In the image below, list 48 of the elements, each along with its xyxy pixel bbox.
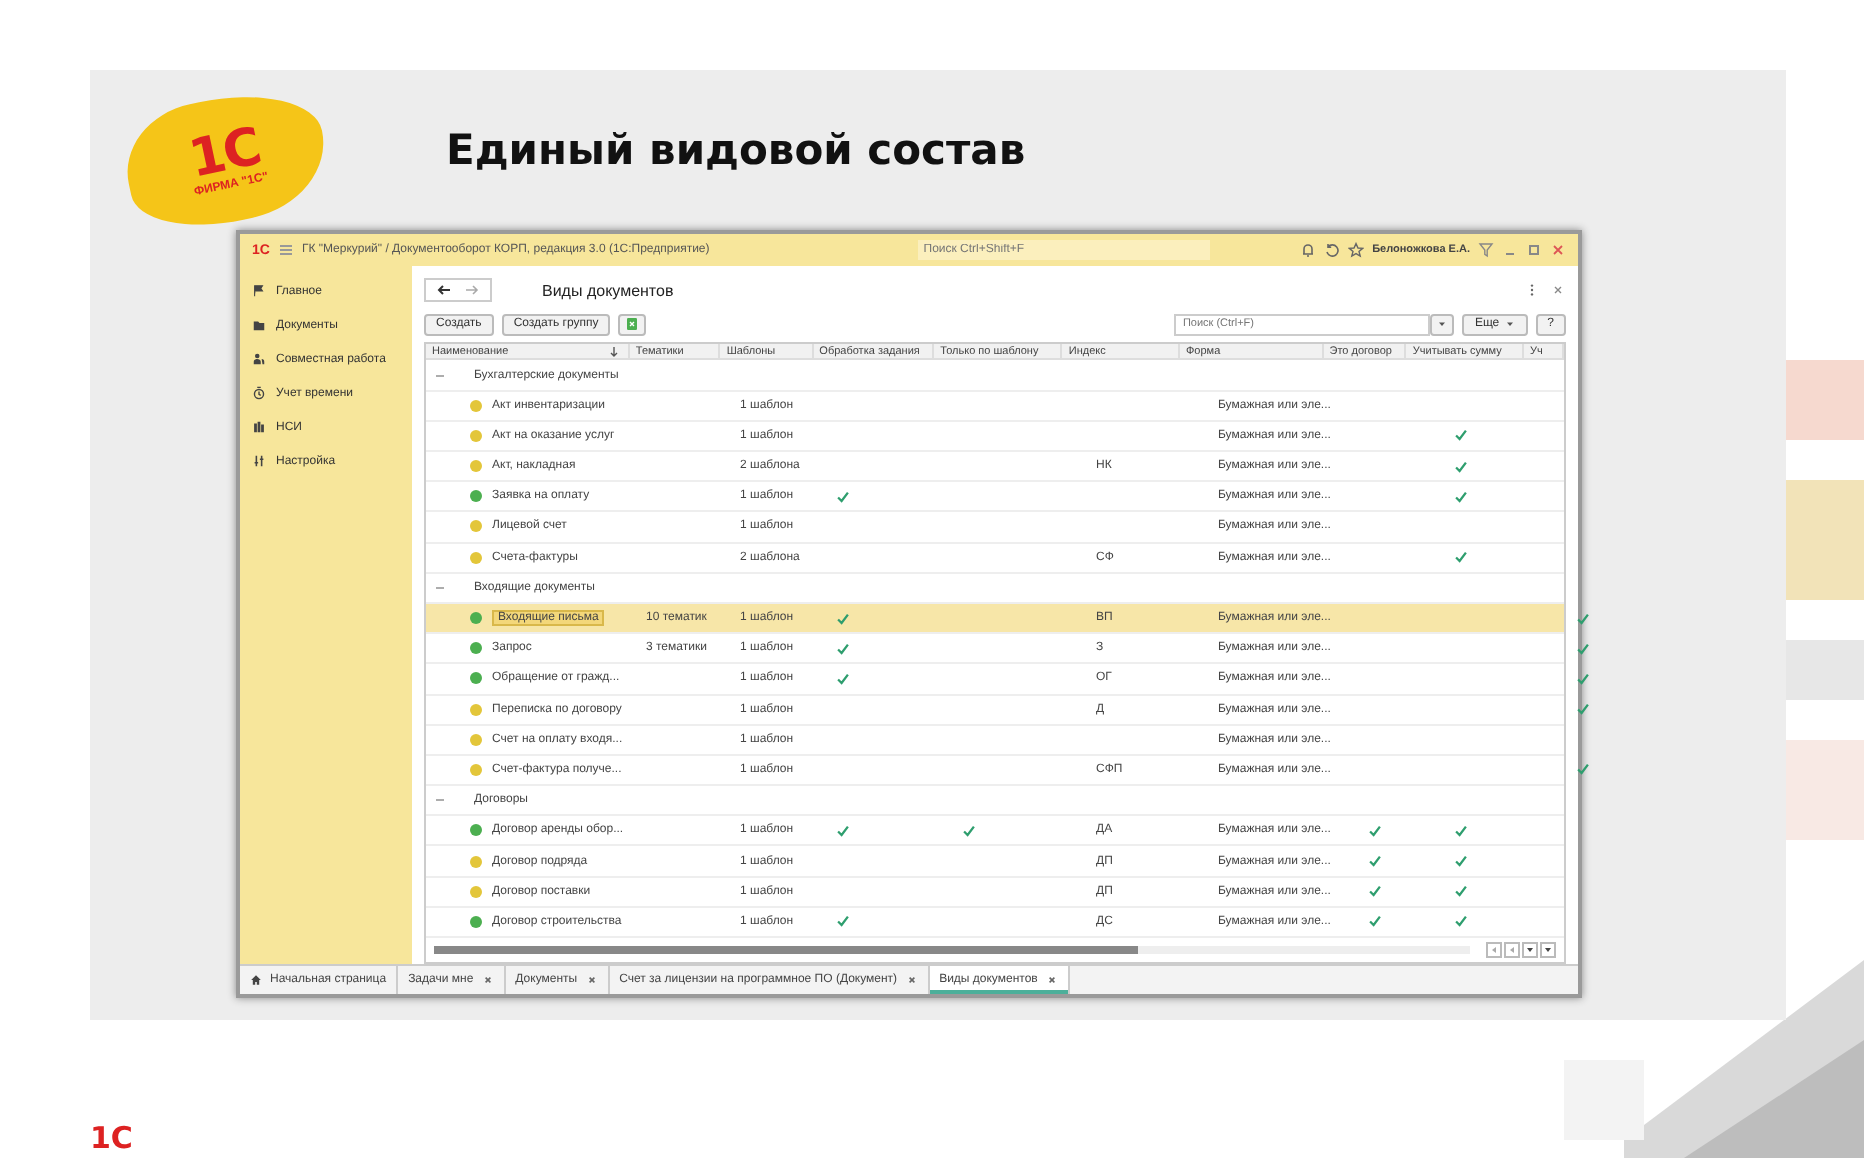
last-page-icon[interactable] <box>1540 942 1556 958</box>
collapse-icon[interactable] <box>434 794 446 807</box>
check-icon <box>836 489 850 504</box>
dropdown-button[interactable] <box>1430 313 1455 335</box>
excel-export-button[interactable] <box>618 313 647 335</box>
close-icon[interactable] <box>481 974 494 986</box>
check-icon <box>1454 428 1468 443</box>
close-icon[interactable] <box>905 974 918 986</box>
close-icon[interactable] <box>1550 282 1566 298</box>
check-icon <box>1576 762 1590 777</box>
folder-icon <box>252 318 266 332</box>
collapse-icon[interactable] <box>434 581 446 594</box>
forward-arrow-icon[interactable] <box>464 282 480 298</box>
check-icon <box>836 823 850 838</box>
navigation-buttons[interactable] <box>424 278 492 302</box>
company-logo: 1С <box>90 1124 133 1154</box>
first-page-icon[interactable] <box>1486 942 1502 958</box>
caret-icon <box>1503 318 1516 330</box>
caret-icon <box>1436 318 1449 330</box>
timer-icon <box>252 386 266 400</box>
back-arrow-icon[interactable] <box>436 282 452 298</box>
flag-icon <box>252 284 266 298</box>
people-icon <box>252 352 266 366</box>
close-icon[interactable] <box>1550 242 1566 258</box>
check-icon <box>836 914 850 929</box>
bell-icon[interactable] <box>1300 242 1317 258</box>
close-icon[interactable] <box>1045 974 1058 986</box>
check-icon <box>1454 550 1468 565</box>
form-title: Виды документов <box>542 281 674 299</box>
horizontal-scrollbar[interactable] <box>434 946 1470 954</box>
maximize-icon[interactable] <box>1526 242 1542 258</box>
funnel-icon[interactable] <box>1478 242 1494 258</box>
sort-arrow-icon <box>607 345 620 358</box>
next-page-icon[interactable] <box>1522 942 1538 958</box>
close-icon[interactable] <box>585 974 598 986</box>
home-icon <box>250 974 262 986</box>
menu-icon[interactable] <box>277 242 294 258</box>
sliders-icon <box>252 454 266 468</box>
star-icon[interactable] <box>1348 242 1365 258</box>
collapse-icon[interactable] <box>434 369 446 382</box>
books-icon <box>252 420 266 434</box>
spreadsheet-icon <box>624 316 641 332</box>
check-icon <box>1454 823 1468 838</box>
check-icon <box>1368 823 1382 838</box>
check-icon <box>962 823 976 838</box>
history-icon[interactable] <box>1324 242 1341 258</box>
check-icon <box>1576 702 1590 717</box>
slide-title: Единый видовой состав <box>446 126 1026 174</box>
